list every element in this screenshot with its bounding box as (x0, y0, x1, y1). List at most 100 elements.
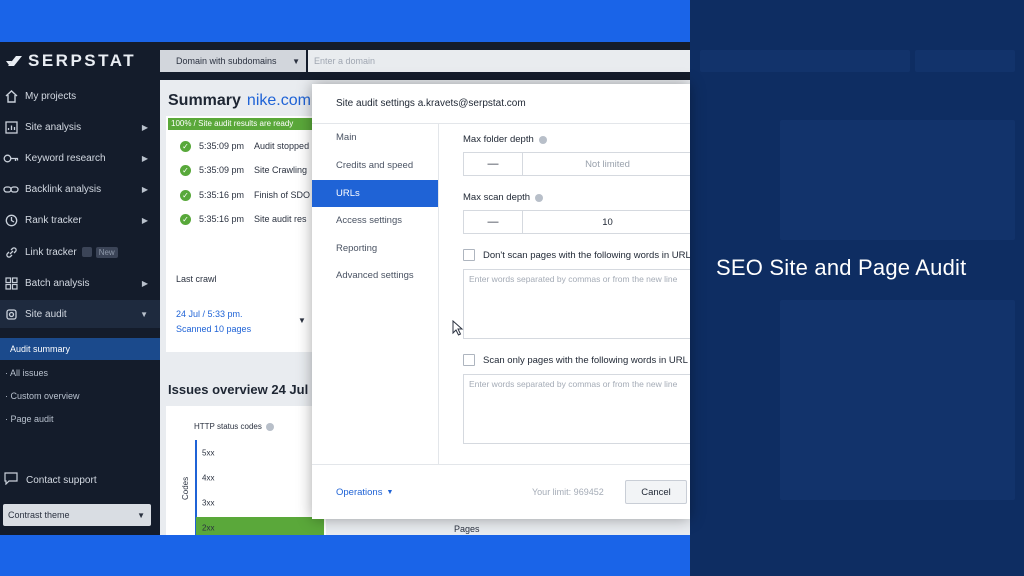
domain-scope-value: Domain with subdomains (176, 56, 277, 66)
sidebar-item-label: Keyword research (25, 152, 106, 164)
contact-support-link[interactable]: Contact support (0, 467, 160, 493)
promo-title: SEO Site and Page Audit (716, 255, 967, 280)
sidebar-subitem-page-audit[interactable]: · Page audit (0, 408, 160, 430)
theme-select-value: Contrast theme (8, 510, 70, 520)
check-circle-icon: ✓ (180, 189, 191, 201)
max-folder-depth-stepper: — Not limited (463, 152, 690, 176)
sidebar-item-batch-analysis[interactable]: Batch analysis ▶ (0, 269, 160, 297)
decrement-button[interactable]: — (464, 153, 523, 175)
info-icon[interactable] (535, 193, 544, 202)
ghost-bar (915, 50, 1015, 72)
scan-only-words-textarea[interactable]: Enter words separated by commas or from … (463, 374, 690, 444)
sidebar-item-label: Site analysis (25, 121, 82, 133)
sidebar-item-keyword-research[interactable]: Keyword research ▶ (0, 144, 160, 172)
log-time: 5:35:09 pm (199, 141, 245, 151)
scan-only-row: Scan only pages with the following words… (463, 354, 688, 366)
settings-nav-main[interactable]: Main (312, 124, 438, 151)
log-time: 5:35:16 pm (199, 214, 245, 224)
settings-nav-reporting[interactable]: Reporting (312, 235, 438, 262)
max-scan-depth-value[interactable]: 10 (523, 211, 690, 233)
domain-search-input[interactable]: Enter a domain (308, 50, 690, 72)
modal-header: Site audit settings a.kravets@serpstat.c… (312, 84, 690, 124)
sidebar-item-backlink-analysis[interactable]: Backlink analysis ▶ (0, 175, 160, 203)
log-text: Audit stopped (254, 141, 310, 151)
settings-nav-advanced[interactable]: Advanced settings (312, 262, 438, 289)
sidebar-item-my-projects[interactable]: My projects (0, 82, 160, 110)
dont-scan-row: Don't scan pages with the following word… (463, 249, 690, 261)
settings-nav-access[interactable]: Access settings (312, 207, 438, 234)
summary-title: Summary (168, 92, 241, 109)
ghost-bar (700, 50, 910, 72)
page-title: Summary nike.com (168, 92, 311, 110)
theme-select[interactable]: Contrast theme ▼ (3, 504, 151, 526)
crawl-pages-value: Scanned 10 pages (176, 324, 252, 334)
last-crawl-label: Last crawl (176, 274, 217, 284)
log-entry: ✓ 5:35:09 pm Site Crawling (180, 162, 307, 178)
settings-nav-urls[interactable]: URLs (312, 180, 438, 207)
max-folder-depth-text: Max folder depth (463, 134, 534, 145)
site-audit-settings-modal: Site audit settings a.kravets@serpstat.c… (312, 84, 690, 519)
log-time: 5:35:16 pm (199, 190, 245, 200)
sidebar-item-label: Backlink analysis (25, 183, 102, 195)
chevron-down-icon: ▼ (386, 489, 394, 496)
grid-icon (3, 275, 19, 291)
home-icon (3, 88, 19, 104)
logo-mark-icon (6, 56, 22, 66)
sidebar: SERPSTAT My projects Site analysis ▶ Key… (0, 42, 160, 535)
tracker-icon (3, 212, 19, 228)
chart-icon (3, 119, 19, 135)
scan-only-checkbox[interactable] (463, 354, 475, 366)
chevron-right-icon: ▶ (141, 153, 148, 163)
http-status-chart: 5xx4xx3xx2xxCodes024Pages (181, 440, 324, 535)
sidebar-item-label: Batch analysis (25, 277, 90, 289)
log-time: 5:35:09 pm (199, 165, 245, 175)
key-icon (3, 150, 19, 166)
ghost-card (780, 120, 1015, 240)
info-icon[interactable] (538, 135, 547, 144)
chevron-right-icon: ▶ (141, 278, 148, 288)
chevron-right-icon: ▶ (141, 215, 148, 225)
domain-scope-select[interactable]: Domain with subdomains ▼ (160, 50, 306, 72)
sidebar-item-site-audit[interactable]: Site audit ▼ (0, 300, 160, 328)
http-status-chart-card: HTTP status codes 5xx4xx3xx2xxCodes024Pa… (166, 406, 326, 535)
sidebar-subitem-all-issues[interactable]: · All issues (0, 362, 160, 384)
sidebar-item-rank-tracker[interactable]: Rank tracker ▶ (0, 206, 160, 234)
log-entry: ✓ 5:35:16 pm Finish of SDO (180, 187, 310, 203)
settings-nav-credits-speed[interactable]: Credits and speed (312, 152, 438, 179)
sidebar-subitem-custom-overview[interactable]: · Custom overview (0, 385, 160, 407)
log-text: Finish of SDO (254, 190, 311, 200)
log-entry: ✓ 5:35:16 pm Site audit res (180, 211, 307, 227)
sidebar-item-label: Link tracker (25, 246, 77, 258)
max-folder-depth-label: Max folder depth (463, 134, 547, 145)
new-badge: New (95, 246, 118, 258)
issues-overview-title: Issues overview 24 Jul (168, 382, 309, 397)
crawl-date-select[interactable]: 24 Jul / 5:33 pm. (176, 309, 243, 319)
contact-support-label: Contact support (26, 474, 97, 486)
max-folder-depth-value[interactable]: Not limited (523, 153, 690, 175)
sidebar-item-link-tracker[interactable]: Link tracker New (0, 238, 160, 266)
summary-domain-link[interactable]: nike.com (247, 92, 311, 109)
log-entry: ✓ 5:35:09 pm Audit stopped (180, 138, 309, 154)
credit-limit-text: Your limit: 969452 (532, 487, 604, 497)
operations-dropdown[interactable]: Operations ▼ (336, 487, 393, 498)
logo-text: SERPSTAT (28, 51, 137, 70)
dont-scan-words-textarea[interactable]: Enter words separated by commas or from … (463, 269, 690, 339)
chevron-right-icon: ▶ (141, 122, 148, 132)
chevron-down-icon: ▼ (292, 56, 300, 66)
modal-settings-nav: Main Credits and speed URLs Access setti… (312, 124, 439, 464)
dont-scan-checkbox[interactable] (463, 249, 475, 261)
decrement-button[interactable]: — (464, 211, 523, 233)
sidebar-item-label: Site audit (25, 308, 67, 320)
chevron-down-icon: ▼ (140, 309, 148, 319)
category-label: 4xx (202, 474, 214, 483)
sidebar-subitem-audit-summary[interactable]: Audit summary (0, 338, 160, 360)
serpstat-logo[interactable]: SERPSTAT (6, 51, 136, 71)
sidebar-item-site-analysis[interactable]: Site analysis ▶ (0, 113, 160, 141)
category-label: 5xx (202, 449, 214, 458)
chevron-down-icon[interactable]: ▼ (298, 316, 306, 325)
operations-label: Operations (336, 487, 383, 498)
top-bar: Domain with subdomains ▼ Enter a domain (160, 42, 690, 80)
cancel-button[interactable]: Cancel (625, 480, 687, 504)
modal-footer: Operations ▼ Your limit: 969452 Cancel (312, 464, 690, 519)
chevron-right-icon: ▶ (141, 184, 148, 194)
